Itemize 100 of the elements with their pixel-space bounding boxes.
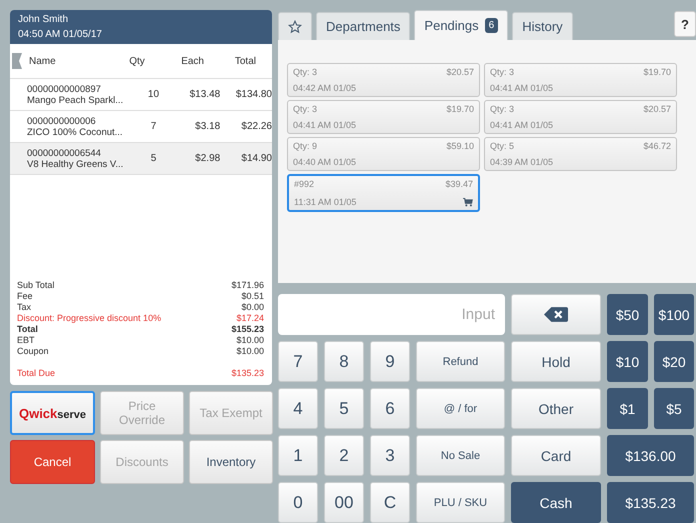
keypad-button[interactable]: 6 [370, 388, 410, 429]
keypad-button[interactable]: Card [511, 435, 601, 476]
summary-value: $171.96 [231, 280, 264, 291]
flag-icon [12, 53, 22, 69]
keypad-button[interactable]: 7 [278, 341, 318, 382]
keypad-button[interactable]: $5 [654, 388, 694, 429]
keypad-button[interactable]: No Sale [416, 435, 505, 476]
keypad-button[interactable]: 5 [324, 388, 364, 429]
input-field[interactable]: Input [278, 294, 505, 335]
item-total: $134.80 [234, 89, 272, 100]
tab[interactable]: Departments [316, 12, 410, 40]
column-header: Name [29, 56, 57, 66]
keypad-button[interactable]: 8 [324, 341, 364, 382]
pending-amount: $39.47 [445, 179, 473, 189]
keypad-button[interactable]: Refund [416, 341, 505, 382]
item-qty: 7 [150, 121, 158, 132]
summary-value: $135.23 [231, 368, 264, 379]
star-icon [288, 20, 302, 34]
pending-title: Qty: 3 [490, 67, 514, 77]
keypad-button[interactable]: $10 [607, 341, 648, 382]
favorites-tab[interactable] [278, 12, 312, 40]
action-button[interactable]: Cancel [10, 440, 95, 484]
tab[interactable]: History [512, 12, 573, 40]
logo-button[interactable]: Qwickserve [10, 391, 95, 435]
pending-title: Qty: 3 [293, 104, 318, 114]
count-badge: 6 [484, 18, 498, 33]
pending-amount: $46.72 [643, 141, 671, 151]
keypad-button[interactable]: 4 [278, 388, 318, 429]
keypad-button[interactable]: Other [511, 388, 601, 429]
summary-label: Total [17, 324, 38, 335]
pending-amount: $59.10 [446, 141, 474, 151]
keypad-button[interactable]: Cash [511, 482, 601, 523]
pending-amount: $20.57 [643, 104, 671, 114]
pending-title: Qty: 3 [293, 67, 318, 77]
pending-title: #992 [294, 179, 314, 189]
item-total: $14.90 [240, 153, 272, 164]
item-price: $2.98 [194, 153, 220, 164]
backspace-button[interactable] [511, 294, 601, 335]
keypad-button[interactable]: PLU / SKU [416, 482, 505, 523]
keypad-button[interactable]: $50 [607, 294, 648, 335]
pending-time: 04:40 AM 01/05 [293, 157, 356, 167]
pending-amount: $20.57 [446, 67, 474, 77]
pending-time: 04:41 AM 01/05 [293, 120, 356, 130]
tab[interactable]: Pendings 6 [414, 10, 508, 40]
keypad-button[interactable]: 1 [278, 435, 318, 476]
summary-value: $10.00 [236, 346, 264, 357]
summary-label: Sub Total [17, 280, 54, 291]
summary-label: Total Due [17, 368, 56, 379]
column-header: Total [234, 56, 256, 66]
pending-time: 04:39 AM 01/05 [490, 157, 554, 167]
summary-label: Discount: Progressive discount 10% [17, 313, 162, 324]
item-name: Mango Peach Sparkl... [27, 94, 124, 106]
pending-amount: $19.70 [446, 104, 474, 114]
keypad-button[interactable]: @ / for [416, 388, 505, 429]
keypad-button[interactable]: $20 [654, 341, 694, 382]
customer-name: John Smith [18, 14, 70, 25]
keypad-button[interactable]: $1 [607, 388, 648, 429]
order-row[interactable]: 00000000006544 V8 Healthy Greens V... 5 $2.98 $14.90 [10, 143, 272, 175]
item-qty: 10 [146, 89, 160, 100]
item-price: $3.18 [194, 121, 220, 132]
pending-amount: $19.70 [643, 67, 671, 77]
item-name: V8 Healthy Greens V... [27, 158, 124, 170]
column-header: Each [180, 56, 204, 66]
summary-label: EBT [17, 335, 35, 346]
backspace-icon [544, 307, 568, 322]
keypad-button[interactable]: 2 [324, 435, 364, 476]
item-code: 00000000000897 [27, 84, 102, 94]
summary-value: $10.00 [236, 335, 264, 346]
summary-value: $17.24 [236, 313, 264, 324]
action-button[interactable]: Inventory [189, 440, 273, 484]
pending-time: 04:41 AM 01/05 [490, 83, 554, 93]
keypad-button[interactable]: $100 [654, 294, 694, 335]
help-button[interactable]: ? [674, 11, 696, 37]
keypad-button[interactable]: 3 [370, 435, 410, 476]
keypad-button[interactable]: $135.23 [607, 482, 694, 523]
item-total: $22.26 [240, 121, 272, 132]
summary-value: $0.00 [241, 302, 264, 313]
pending-time: 11:31 AM 01/05 [294, 197, 356, 207]
item-price: $13.48 [188, 89, 220, 100]
pending-time: 04:42 AM 01/05 [293, 83, 356, 93]
keypad-button[interactable]: C [370, 482, 410, 523]
summary-label: Coupon [17, 346, 49, 357]
column-header: Qty [128, 56, 146, 66]
order-datetime: 04:50 AM 01/05/17 [18, 29, 103, 40]
keypad-button[interactable]: Hold [511, 341, 601, 382]
summary-label: Fee [17, 291, 33, 302]
pending-time: 04:41 AM 01/05 [490, 120, 554, 130]
summary-label: Tax [17, 302, 32, 313]
keypad-button[interactable]: $136.00 [607, 435, 694, 476]
item-name: ZICO 100% Coconut... [27, 126, 124, 138]
item-code: 0000000000006 [27, 116, 97, 126]
summary-value: $155.23 [231, 324, 264, 335]
pending-title: Qty: 9 [293, 141, 318, 151]
order-row[interactable]: 00000000000897 Mango Peach Sparkl... 10 $13.48 $134.80 [10, 79, 272, 111]
keypad-button[interactable]: 0 [278, 482, 318, 523]
pending-title: Qty: 5 [490, 141, 514, 151]
summary-value: $0.51 [241, 291, 264, 302]
pending-title: Qty: 3 [490, 104, 514, 114]
keypad-button[interactable]: 00 [324, 482, 364, 523]
keypad-button[interactable]: 9 [370, 341, 410, 382]
